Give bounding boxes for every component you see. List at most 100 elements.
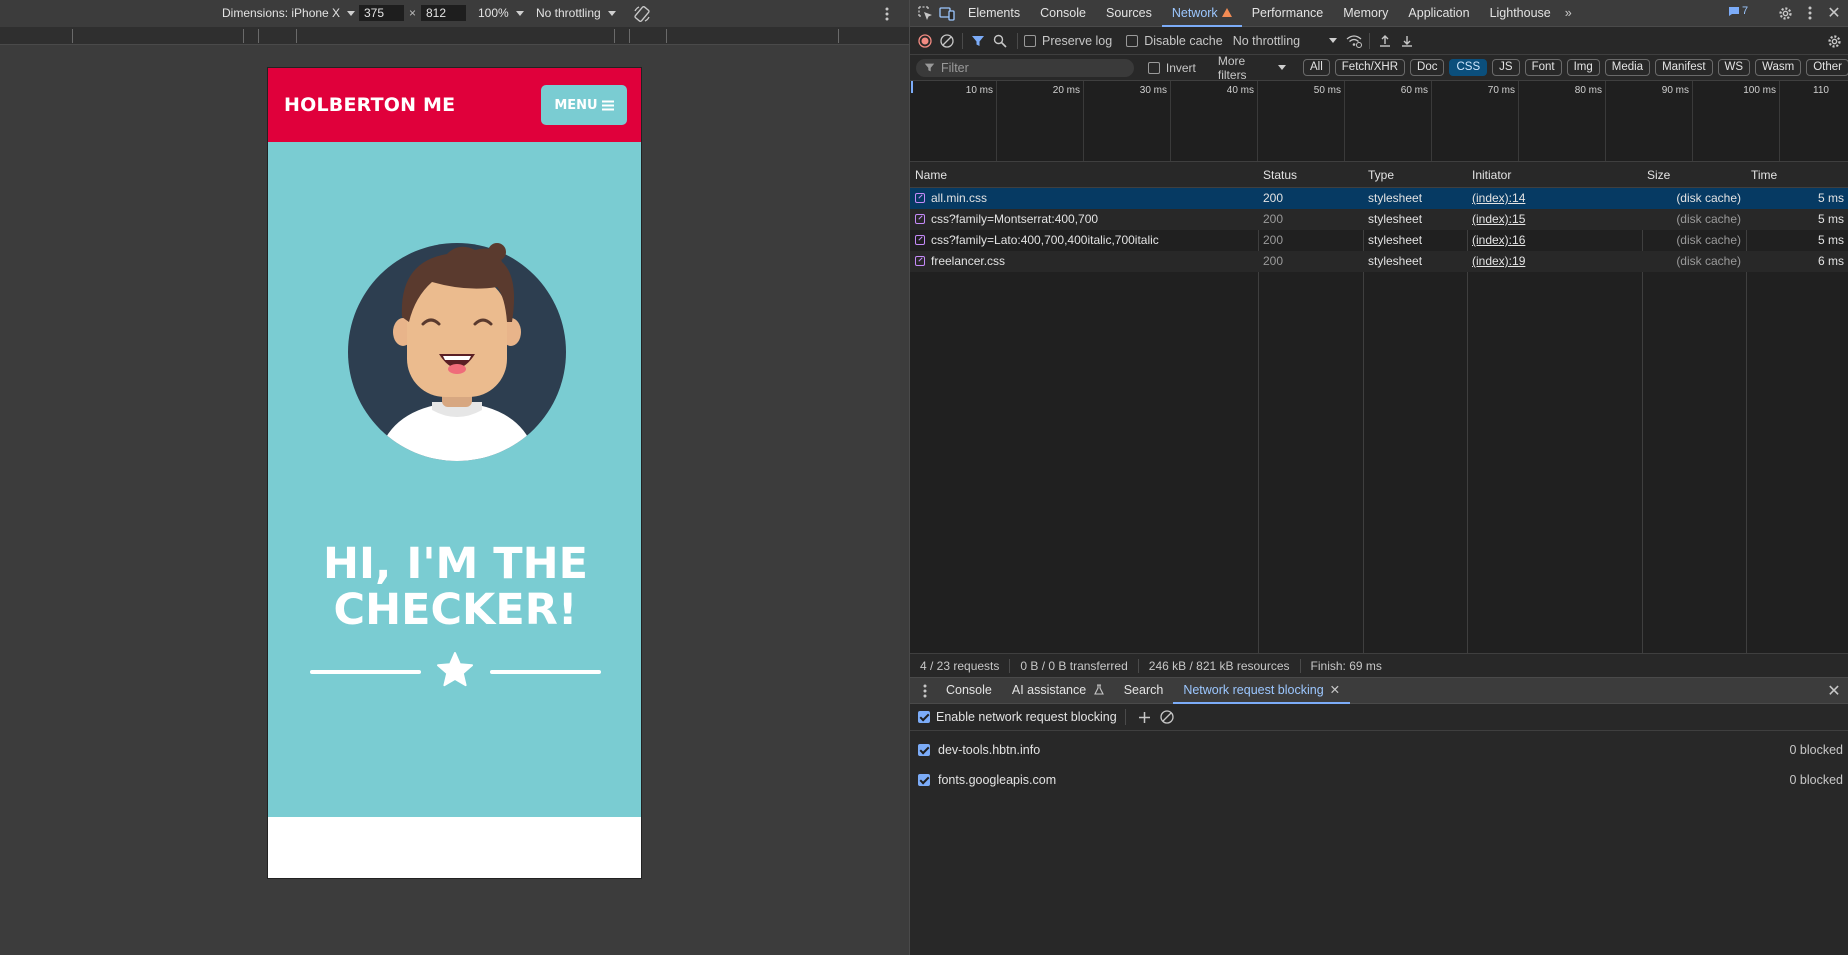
issues-count: 7 xyxy=(1742,5,1749,17)
network-settings-gear-icon[interactable] xyxy=(1823,30,1845,52)
issues-counter[interactable]: 7 xyxy=(1728,5,1748,17)
tab-console[interactable]: Console xyxy=(1030,0,1096,27)
checkbox[interactable] xyxy=(1126,34,1139,47)
request-type: stylesheet xyxy=(1368,212,1423,226)
column-header-name[interactable]: Name xyxy=(910,162,1258,188)
more-filters-dropdown[interactable]: More filters xyxy=(1218,54,1286,82)
chip-js[interactable]: JS xyxy=(1492,59,1520,76)
chip-font[interactable]: Font xyxy=(1524,59,1562,76)
device-toolbar-icon[interactable] xyxy=(936,2,958,24)
timeline-tick: 20 ms xyxy=(1052,85,1080,96)
more-options-icon[interactable] xyxy=(1799,2,1821,24)
chip-ws[interactable]: WS xyxy=(1717,59,1751,76)
drawer-tab-ai-assistance[interactable]: AI assistance xyxy=(1002,677,1114,704)
tab-application[interactable]: Application xyxy=(1398,0,1479,27)
request-initiator-link[interactable]: (index):14 xyxy=(1467,188,1642,209)
table-row[interactable]: freelancer.css 200 stylesheet (index):19… xyxy=(910,251,1848,272)
column-header-time[interactable]: Time xyxy=(1746,162,1848,188)
remove-all-patterns-icon[interactable] xyxy=(1156,706,1178,728)
warning-icon xyxy=(1221,7,1232,17)
drawer-tab-network-request-blocking[interactable]: Network request blocking ✕ xyxy=(1173,677,1351,704)
preserve-log-checkbox[interactable]: Preserve log xyxy=(1024,34,1112,48)
request-status: 200 xyxy=(1263,191,1284,205)
clear-icon[interactable] xyxy=(936,30,958,52)
chip-wasm[interactable]: Wasm xyxy=(1755,59,1802,76)
checkbox[interactable] xyxy=(918,744,930,756)
zoom-select[interactable]: 100% xyxy=(478,6,524,20)
checkbox[interactable] xyxy=(1147,61,1160,74)
brand-link[interactable]: HOLBERTON ME xyxy=(284,94,455,116)
more-tabs-icon[interactable]: » xyxy=(1561,0,1576,27)
request-initiator-link[interactable]: (index):15 xyxy=(1467,209,1642,230)
rotate-icon[interactable] xyxy=(631,3,653,25)
close-drawer-icon[interactable]: ✕ xyxy=(1823,680,1845,702)
settings-gear-icon[interactable] xyxy=(1774,2,1796,24)
column-header-size[interactable]: Size xyxy=(1642,162,1746,188)
drawer-menu-icon[interactable] xyxy=(914,680,936,702)
enable-blocking-label: Enable network request blocking xyxy=(936,710,1117,724)
close-tab-icon[interactable]: ✕ xyxy=(1330,683,1340,697)
request-time: 6 ms xyxy=(1817,254,1844,268)
import-har-icon[interactable] xyxy=(1374,30,1396,52)
disable-cache-checkbox[interactable]: Disable cache xyxy=(1126,34,1223,48)
inspect-element-icon[interactable] xyxy=(914,2,936,24)
filter-icon[interactable] xyxy=(967,30,989,52)
chip-manifest[interactable]: Manifest xyxy=(1655,59,1713,76)
menu-button[interactable]: MENU xyxy=(541,85,627,125)
hero-title-line: HI, I'M THE xyxy=(323,539,588,589)
more-options-icon[interactable] xyxy=(876,3,898,25)
network-conditions-icon[interactable] xyxy=(1343,30,1365,52)
chip-other[interactable]: Other xyxy=(1806,59,1848,76)
checkbox[interactable] xyxy=(918,711,930,723)
blocked-pattern-row[interactable]: dev-tools.hbtn.info 0 blocked xyxy=(910,735,1848,765)
search-icon[interactable] xyxy=(989,30,1011,52)
drawer-tab-ai-label: AI assistance xyxy=(1011,683,1087,697)
network-overview-timeline[interactable]: 10 ms 20 ms 30 ms 40 ms 50 ms 60 ms 70 m… xyxy=(910,81,1848,162)
tab-lighthouse[interactable]: Lighthouse xyxy=(1480,0,1561,27)
hero-title: HI, I'M THE CHECKER! xyxy=(268,539,641,633)
filter-input[interactable]: Filter xyxy=(916,58,1134,77)
invert-checkbox[interactable]: Invert xyxy=(1147,61,1196,75)
request-initiator-link[interactable]: (index):19 xyxy=(1467,251,1642,272)
device-select[interactable]: Dimensions: iPhone X xyxy=(222,6,356,20)
checkbox[interactable] xyxy=(1024,34,1036,47)
table-row[interactable]: css?family=Montserrat:400,700 200 styles… xyxy=(910,209,1848,230)
request-size: (disk cache) xyxy=(1676,212,1741,226)
column-header-initiator[interactable]: Initiator xyxy=(1467,162,1642,188)
drawer-tab-console[interactable]: Console xyxy=(936,677,1002,704)
blocked-pattern-row[interactable]: fonts.googleapis.com 0 blocked xyxy=(910,765,1848,795)
tab-elements[interactable]: Elements xyxy=(958,0,1030,27)
request-time: 5 ms xyxy=(1817,212,1844,226)
chip-img[interactable]: Img xyxy=(1566,59,1600,76)
chip-css[interactable]: CSS xyxy=(1449,59,1488,76)
tab-network[interactable]: Network xyxy=(1161,0,1242,27)
height-input[interactable] xyxy=(421,5,466,21)
network-toolbar: Preserve log Disable cache No throttling xyxy=(910,27,1848,55)
enable-blocking-checkbox[interactable]: Enable network request blocking xyxy=(918,710,1117,724)
hero-section: HI, I'M THE CHECKER! xyxy=(268,142,641,817)
drawer-tab-search[interactable]: Search xyxy=(1114,677,1174,704)
emulation-throttling-select[interactable]: No throttling xyxy=(536,6,616,20)
chip-all[interactable]: All xyxy=(1303,59,1330,76)
column-header-status[interactable]: Status xyxy=(1258,162,1363,188)
tab-memory[interactable]: Memory xyxy=(1333,0,1398,27)
chip-fetch-xhr[interactable]: Fetch/XHR xyxy=(1334,59,1406,76)
chip-media[interactable]: Media xyxy=(1604,59,1651,76)
request-initiator-link[interactable]: (index):16 xyxy=(1467,230,1642,251)
devtools-panel: Elements Console Sources Network Perform… xyxy=(909,0,1848,955)
table-row[interactable]: css?family=Lato:400,700,400italic,700ita… xyxy=(910,230,1848,251)
chip-doc[interactable]: Doc xyxy=(1410,59,1445,76)
blocked-count: 0 blocked xyxy=(1789,773,1843,787)
network-throttling-select[interactable]: No throttling xyxy=(1233,34,1338,48)
close-devtools-icon[interactable]: ✕ xyxy=(1823,2,1845,24)
timeline-tick: 90 ms xyxy=(1661,85,1689,96)
export-har-icon[interactable] xyxy=(1396,30,1418,52)
tab-performance[interactable]: Performance xyxy=(1242,0,1334,27)
column-header-type[interactable]: Type xyxy=(1363,162,1467,188)
table-row[interactable]: all.min.css 200 stylesheet (index):14 (d… xyxy=(910,188,1848,209)
tab-sources[interactable]: Sources xyxy=(1096,0,1162,27)
checkbox[interactable] xyxy=(918,774,930,786)
add-pattern-icon[interactable] xyxy=(1134,706,1156,728)
width-input[interactable] xyxy=(359,5,404,21)
record-stop-icon[interactable] xyxy=(914,30,936,52)
